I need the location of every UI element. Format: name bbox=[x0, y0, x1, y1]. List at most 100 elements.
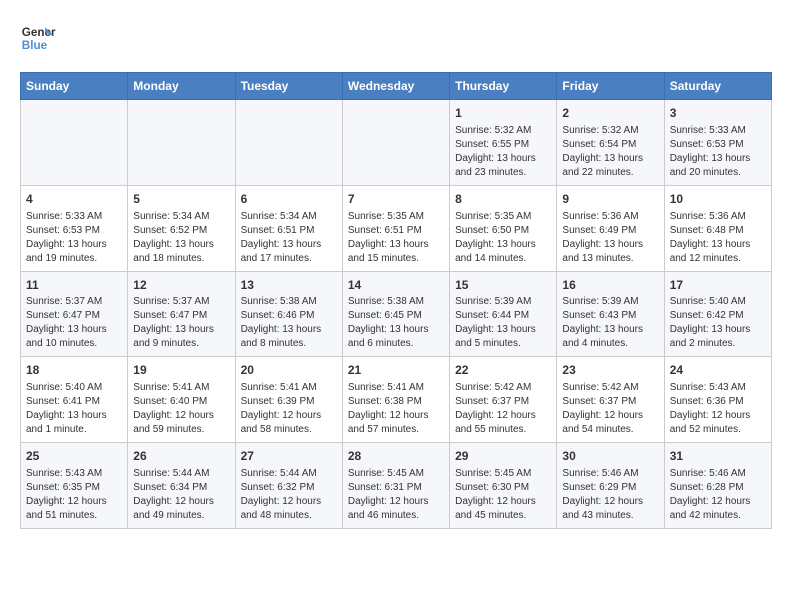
day-number: 11 bbox=[26, 277, 122, 294]
day-content: Sunrise: 5:35 AM Sunset: 6:50 PM Dayligh… bbox=[455, 210, 551, 266]
day-number: 18 bbox=[26, 362, 122, 379]
day-number: 27 bbox=[241, 448, 337, 465]
calendar-cell: 30Sunrise: 5:46 AM Sunset: 6:29 PM Dayli… bbox=[557, 443, 664, 529]
day-content: Sunrise: 5:41 AM Sunset: 6:38 PM Dayligh… bbox=[348, 381, 444, 437]
day-content: Sunrise: 5:32 AM Sunset: 6:55 PM Dayligh… bbox=[455, 124, 551, 180]
calendar-cell: 4 Sunrise: 5:33 AM Sunset: 6:53 PM Daylig… bbox=[21, 185, 128, 271]
svg-text:General: General bbox=[22, 26, 56, 39]
calendar-cell: 19Sunrise: 5:41 AM Sunset: 6:40 PM Dayli… bbox=[128, 357, 235, 443]
day-content: Sunrise: 5:34 AM Sunset: 6:52 PM Dayligh… bbox=[133, 210, 229, 266]
calendar-cell bbox=[342, 100, 449, 186]
day-number: 16 bbox=[562, 277, 658, 294]
calendar-cell: 15Sunrise: 5:39 AM Sunset: 6:44 PM Dayli… bbox=[450, 271, 557, 357]
day-number: 26 bbox=[133, 448, 229, 465]
day-number: 9 bbox=[562, 191, 658, 208]
day-number: 28 bbox=[348, 448, 444, 465]
calendar-cell: 14Sunrise: 5:38 AM Sunset: 6:45 PM Dayli… bbox=[342, 271, 449, 357]
day-content: Sunrise: 5:44 AM Sunset: 6:32 PM Dayligh… bbox=[241, 467, 337, 523]
day-content: Sunrise: 5:37 AM Sunset: 6:47 PM Dayligh… bbox=[133, 295, 229, 351]
calendar-cell: 22Sunrise: 5:42 AM Sunset: 6:37 PM Dayli… bbox=[450, 357, 557, 443]
logo-icon: General Blue bbox=[20, 20, 56, 56]
day-number: 29 bbox=[455, 448, 551, 465]
calendar-header: Sunday Monday Tuesday Wednesday Thursday… bbox=[21, 73, 772, 100]
calendar-week-4: 18 Sunrise: 5:40 AM Sunset: 6:41 PM Dayli… bbox=[21, 357, 772, 443]
day-content: Sunrise: 5:38 AM Sunset: 6:46 PM Dayligh… bbox=[241, 295, 337, 351]
col-thursday: Thursday bbox=[450, 73, 557, 100]
day-content: Sunrise: 5:32 AM Sunset: 6:54 PM Dayligh… bbox=[562, 124, 658, 180]
day-number: 20 bbox=[241, 362, 337, 379]
calendar-cell: 2Sunrise: 5:32 AM Sunset: 6:54 PM Daylig… bbox=[557, 100, 664, 186]
col-saturday: Saturday bbox=[664, 73, 771, 100]
calendar-cell bbox=[235, 100, 342, 186]
calendar-week-5: 25 Sunrise: 5:43 AM Sunset: 6:35 PM Dayli… bbox=[21, 443, 772, 529]
day-number: 15 bbox=[455, 277, 551, 294]
calendar-cell: 28 Sunrise: 5:45 AM Sunset: 6:31 PM Dayli… bbox=[342, 443, 449, 529]
calendar-cell bbox=[21, 100, 128, 186]
day-content: Sunrise: 5:46 AM Sunset: 6:29 PM Dayligh… bbox=[562, 467, 658, 523]
day-number: 17 bbox=[670, 277, 766, 294]
col-monday: Monday bbox=[128, 73, 235, 100]
day-number: 8 bbox=[455, 191, 551, 208]
day-content: Sunrise: 5:41 AM Sunset: 6:39 PM Dayligh… bbox=[241, 381, 337, 437]
calendar-cell: 27 Sunrise: 5:44 AM Sunset: 6:32 PM Dayli… bbox=[235, 443, 342, 529]
calendar-cell: 3Sunrise: 5:33 AM Sunset: 6:53 PM Daylig… bbox=[664, 100, 771, 186]
day-content: Sunrise: 5:36 AM Sunset: 6:48 PM Dayligh… bbox=[670, 210, 766, 266]
day-content: Sunrise: 5:46 AM Sunset: 6:28 PM Dayligh… bbox=[670, 467, 766, 523]
calendar-cell: 13Sunrise: 5:38 AM Sunset: 6:46 PM Dayli… bbox=[235, 271, 342, 357]
day-number: 5 bbox=[133, 191, 229, 208]
calendar-cell: 18 Sunrise: 5:40 AM Sunset: 6:41 PM Dayli… bbox=[21, 357, 128, 443]
day-number: 6 bbox=[241, 191, 337, 208]
calendar-cell: 8 Sunrise: 5:35 AM Sunset: 6:50 PM Daylig… bbox=[450, 185, 557, 271]
calendar-body: 1Sunrise: 5:32 AM Sunset: 6:55 PM Daylig… bbox=[21, 100, 772, 529]
day-content: Sunrise: 5:33 AM Sunset: 6:53 PM Dayligh… bbox=[26, 210, 122, 266]
calendar-cell: 16Sunrise: 5:39 AM Sunset: 6:43 PM Dayli… bbox=[557, 271, 664, 357]
day-number: 14 bbox=[348, 277, 444, 294]
calendar-cell: 23Sunrise: 5:42 AM Sunset: 6:37 PM Dayli… bbox=[557, 357, 664, 443]
day-number: 12 bbox=[133, 277, 229, 294]
day-number: 25 bbox=[26, 448, 122, 465]
svg-text:Blue: Blue bbox=[22, 39, 48, 52]
day-number: 21 bbox=[348, 362, 444, 379]
calendar-cell: 12Sunrise: 5:37 AM Sunset: 6:47 PM Dayli… bbox=[128, 271, 235, 357]
calendar-cell: 21 Sunrise: 5:41 AM Sunset: 6:38 PM Dayli… bbox=[342, 357, 449, 443]
day-content: Sunrise: 5:39 AM Sunset: 6:44 PM Dayligh… bbox=[455, 295, 551, 351]
day-number: 23 bbox=[562, 362, 658, 379]
day-content: Sunrise: 5:43 AM Sunset: 6:36 PM Dayligh… bbox=[670, 381, 766, 437]
day-content: Sunrise: 5:43 AM Sunset: 6:35 PM Dayligh… bbox=[26, 467, 122, 523]
calendar-week-3: 11Sunrise: 5:37 AM Sunset: 6:47 PM Dayli… bbox=[21, 271, 772, 357]
day-number: 4 bbox=[26, 191, 122, 208]
calendar-table: Sunday Monday Tuesday Wednesday Thursday… bbox=[20, 72, 772, 529]
calendar-cell: 25 Sunrise: 5:43 AM Sunset: 6:35 PM Dayli… bbox=[21, 443, 128, 529]
day-number: 10 bbox=[670, 191, 766, 208]
day-content: Sunrise: 5:40 AM Sunset: 6:42 PM Dayligh… bbox=[670, 295, 766, 351]
day-content: Sunrise: 5:44 AM Sunset: 6:34 PM Dayligh… bbox=[133, 467, 229, 523]
col-tuesday: Tuesday bbox=[235, 73, 342, 100]
day-content: Sunrise: 5:45 AM Sunset: 6:31 PM Dayligh… bbox=[348, 467, 444, 523]
calendar-cell: 31 Sunrise: 5:46 AM Sunset: 6:28 PM Dayli… bbox=[664, 443, 771, 529]
day-number: 3 bbox=[670, 105, 766, 122]
calendar-cell: 9Sunrise: 5:36 AM Sunset: 6:49 PM Daylig… bbox=[557, 185, 664, 271]
calendar-cell: 6 Sunrise: 5:34 AM Sunset: 6:51 PM Daylig… bbox=[235, 185, 342, 271]
calendar-cell: 20 Sunrise: 5:41 AM Sunset: 6:39 PM Dayli… bbox=[235, 357, 342, 443]
logo: General Blue bbox=[20, 20, 56, 56]
col-friday: Friday bbox=[557, 73, 664, 100]
day-content: Sunrise: 5:42 AM Sunset: 6:37 PM Dayligh… bbox=[455, 381, 551, 437]
calendar-cell: 5 Sunrise: 5:34 AM Sunset: 6:52 PM Daylig… bbox=[128, 185, 235, 271]
day-content: Sunrise: 5:39 AM Sunset: 6:43 PM Dayligh… bbox=[562, 295, 658, 351]
calendar-cell: 24Sunrise: 5:43 AM Sunset: 6:36 PM Dayli… bbox=[664, 357, 771, 443]
day-content: Sunrise: 5:34 AM Sunset: 6:51 PM Dayligh… bbox=[241, 210, 337, 266]
header-row: Sunday Monday Tuesday Wednesday Thursday… bbox=[21, 73, 772, 100]
day-content: Sunrise: 5:45 AM Sunset: 6:30 PM Dayligh… bbox=[455, 467, 551, 523]
calendar-cell: 26 Sunrise: 5:44 AM Sunset: 6:34 PM Dayli… bbox=[128, 443, 235, 529]
calendar-cell: 29 Sunrise: 5:45 AM Sunset: 6:30 PM Dayli… bbox=[450, 443, 557, 529]
col-wednesday: Wednesday bbox=[342, 73, 449, 100]
day-content: Sunrise: 5:38 AM Sunset: 6:45 PM Dayligh… bbox=[348, 295, 444, 351]
day-content: Sunrise: 5:41 AM Sunset: 6:40 PM Dayligh… bbox=[133, 381, 229, 437]
day-number: 13 bbox=[241, 277, 337, 294]
calendar-cell: 11Sunrise: 5:37 AM Sunset: 6:47 PM Dayli… bbox=[21, 271, 128, 357]
calendar-cell: 10 Sunrise: 5:36 AM Sunset: 6:48 PM Dayli… bbox=[664, 185, 771, 271]
day-number: 31 bbox=[670, 448, 766, 465]
day-content: Sunrise: 5:37 AM Sunset: 6:47 PM Dayligh… bbox=[26, 295, 122, 351]
day-content: Sunrise: 5:40 AM Sunset: 6:41 PM Dayligh… bbox=[26, 381, 122, 437]
day-number: 7 bbox=[348, 191, 444, 208]
